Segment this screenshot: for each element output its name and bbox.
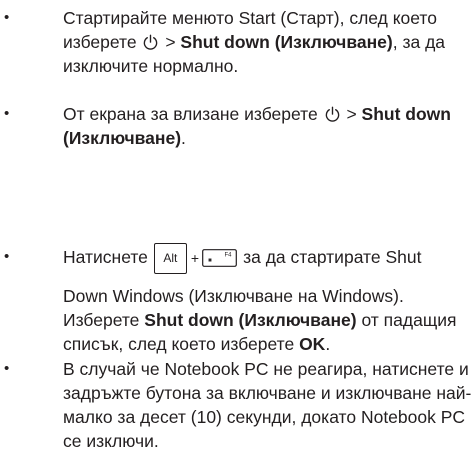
- bullet: •: [4, 105, 10, 122]
- bold-term: Shut down (Изключване): [180, 32, 393, 52]
- bullet: •: [4, 360, 10, 377]
- power-icon: [144, 34, 158, 50]
- f4-key-icon: F4: [202, 249, 237, 268]
- bold-term: Shut down (Изключване): [144, 310, 357, 330]
- list-item-text: В случай че Notebook PC не реагира, нати…: [63, 359, 472, 451]
- f4-key-label: F4: [225, 253, 233, 259]
- separator: >: [341, 104, 362, 124]
- bullet: •: [4, 248, 10, 265]
- text: От екрана за влизане изберете: [63, 104, 323, 124]
- bold-term: OK: [299, 334, 326, 354]
- text: .: [325, 334, 331, 354]
- list-item-text: Натиснете Alt + F4 за да стартирате Shut: [63, 240, 473, 275]
- list-item-text: Стартирайте менюто Start (Старт), след к…: [63, 6, 473, 78]
- power-icon: [325, 106, 339, 122]
- text: .: [181, 128, 186, 148]
- alt-key-icon: Alt: [153, 242, 187, 274]
- text: Натиснете: [63, 247, 148, 267]
- list-item-continuation: Down Windows (Изключване на Windows). Из…: [63, 284, 473, 356]
- plus-sign: +: [190, 250, 200, 267]
- separator: >: [160, 32, 181, 52]
- list-item-text: От екрана за влизане изберете > Shut dow…: [63, 102, 473, 150]
- bullet: •: [4, 9, 10, 26]
- text: за да стартирате Shut: [243, 247, 422, 267]
